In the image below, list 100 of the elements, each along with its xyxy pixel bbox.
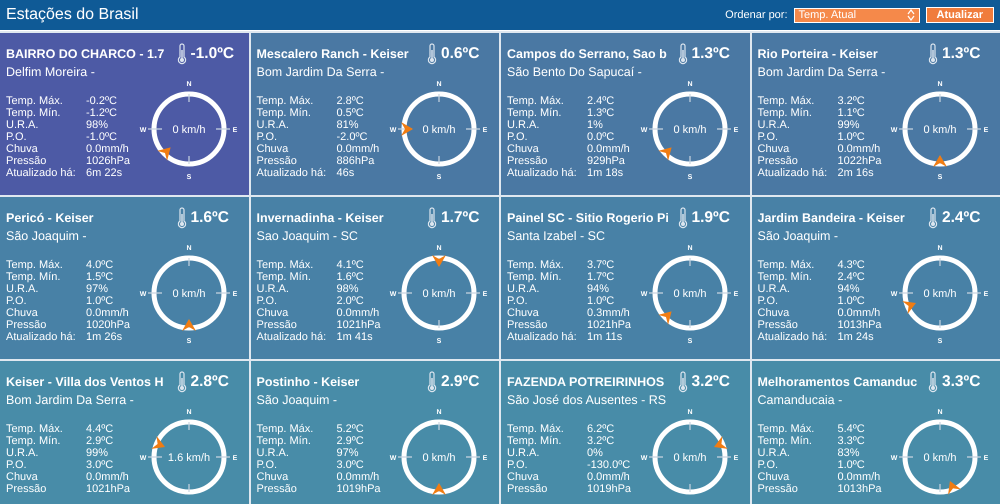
stat-label: P.O. [758, 131, 780, 143]
stat-label: Temp. Máx. [507, 423, 565, 435]
station-name: Campos do Serrano, Sao b [507, 47, 668, 61]
stat-value: 1020hPa [86, 319, 130, 331]
stat-label: U.R.A. [507, 283, 540, 295]
stat-value: 1.0ºC [838, 295, 865, 307]
stat-label: Temp. Mín. [256, 271, 312, 283]
stat-label: Atualizado há: [507, 167, 578, 179]
stat-label: Temp. Máx. [758, 259, 816, 271]
stat-value: 5.4ºC [838, 423, 865, 435]
stat-value: 1.6ºC [336, 271, 364, 283]
stat-value: 81% [336, 119, 359, 131]
wind-speed: 0 km/h [673, 288, 706, 300]
stat-value: 2.4ºC [838, 271, 865, 283]
stat-label: U.R.A. [6, 283, 40, 295]
refresh-button[interactable]: Atualizar [926, 7, 994, 23]
current-temperature: 1.3ºC [692, 45, 731, 63]
stat-label: Chuva [256, 307, 290, 319]
stat-label: Atualizado há: [507, 331, 578, 343]
stat-value: 1019hPa [336, 483, 381, 495]
stat-value: 98% [86, 119, 108, 131]
stat-label: P.O. [256, 459, 278, 471]
stat-value: 1m 26s [86, 331, 122, 343]
wind-speed: 0 km/h [924, 288, 956, 300]
stat-label: P.O. [6, 459, 28, 471]
stat-value: 2.4ºC [587, 95, 614, 107]
stat-label: Temp. Mín. [758, 435, 813, 447]
station-name: Postinho - Keiser [256, 375, 360, 389]
stat-label: U.R.A. [507, 447, 540, 459]
stat-label: Chuva [758, 143, 790, 155]
stat-value: 929hPa [587, 155, 625, 167]
stat-value: 97% [86, 283, 108, 295]
stat-label: Temp. Mín. [256, 435, 312, 447]
stat-value: -130.0ºC [587, 459, 630, 471]
stat-value: 1021hPa [587, 319, 632, 331]
page-title: Estações do Brasil [6, 6, 139, 24]
thermometer-icon [176, 371, 186, 393]
current-temperature: 1.6ºC [190, 209, 230, 227]
stat-value: 5.2ºC [336, 423, 364, 435]
stat-label: Pressão [6, 483, 48, 495]
thermometer-icon [427, 207, 437, 229]
stat-value: 3.0ºC [336, 459, 364, 471]
stat-label: Chuva [6, 471, 39, 483]
thermometer-icon [427, 371, 437, 393]
stat-value: 1.3ºC [587, 107, 614, 119]
wind-speed: 0 km/h [673, 452, 706, 464]
stat-label: Temp. Mín. [507, 107, 562, 119]
wind-speed: 0 km/h [924, 452, 956, 464]
current-temperature: 1.3ºC [942, 45, 982, 63]
stat-label: U.R.A. [758, 447, 791, 459]
wind-speed: 0 km/h [673, 124, 706, 136]
stat-value: 1022hPa [838, 155, 882, 167]
stat-label: Temp. Mín. [6, 271, 62, 283]
stat-label: Pressão [6, 155, 48, 167]
stat-value: 94% [838, 283, 860, 295]
stat-label: Chuva [507, 471, 540, 483]
stat-label: Temp. Mín. [256, 107, 312, 119]
stat-label: Pressão [758, 155, 799, 167]
stat-value: 3.7ºC [587, 259, 614, 271]
stat-value: -1.0ºC [86, 131, 117, 143]
stat-label: P.O. [507, 295, 529, 307]
thermometer-icon [678, 207, 688, 229]
stat-value: 2.8ºC [336, 95, 364, 107]
stat-value: 3.2ºC [838, 95, 865, 107]
wind-speed: 0 km/h [422, 288, 456, 300]
stat-value: 3.2ºC [587, 435, 614, 447]
stat-label: U.R.A. [758, 283, 791, 295]
stat-value: 1019hPa [587, 483, 632, 495]
stat-value: 1.7ºC [587, 271, 614, 283]
stat-value: 2.9ºC [336, 435, 364, 447]
stat-label: Chuva [6, 307, 39, 319]
stat-label: Chuva [6, 143, 39, 155]
stat-label: Pressão [6, 319, 48, 331]
stat-label: Temp. Mín. [758, 107, 813, 119]
station-name: Melhoramentos Camanduc [758, 375, 918, 389]
stat-value: 99% [86, 447, 108, 459]
station-location: Camanducaia - [758, 393, 844, 407]
sort-select[interactable]: Temp. Atual [794, 8, 920, 22]
stat-label: P.O. [507, 459, 529, 471]
stat-value: 94% [587, 283, 610, 295]
stat-value: 1013hPa [838, 483, 882, 495]
station-location: São Joaquim - [758, 229, 840, 243]
stat-label: Pressão [758, 483, 799, 495]
stat-label: U.R.A. [256, 447, 290, 459]
current-temperature: -1.0ºC [190, 45, 236, 63]
wind-speed: 0 km/h [924, 124, 956, 136]
station-name: Mescalero Ranch - Keiser [256, 47, 410, 61]
stat-label: Pressão [507, 319, 548, 331]
stat-value: 0.0mm/h [86, 307, 129, 319]
stat-label: Temp. Mín. [6, 435, 62, 447]
stat-label: P.O. [6, 131, 28, 143]
stat-value: 1013hPa [838, 319, 882, 331]
stat-value: 1m 24s [838, 331, 874, 343]
stat-value: 4.0ºC [86, 259, 114, 271]
stat-value: 1021hPa [336, 319, 381, 331]
stat-value: 2.0ºC [336, 295, 364, 307]
stat-value: 0.0mm/h [838, 471, 880, 483]
stat-label: Chuva [758, 471, 790, 483]
stat-value: 1.5ºC [86, 271, 114, 283]
caret-icon [906, 9, 915, 21]
